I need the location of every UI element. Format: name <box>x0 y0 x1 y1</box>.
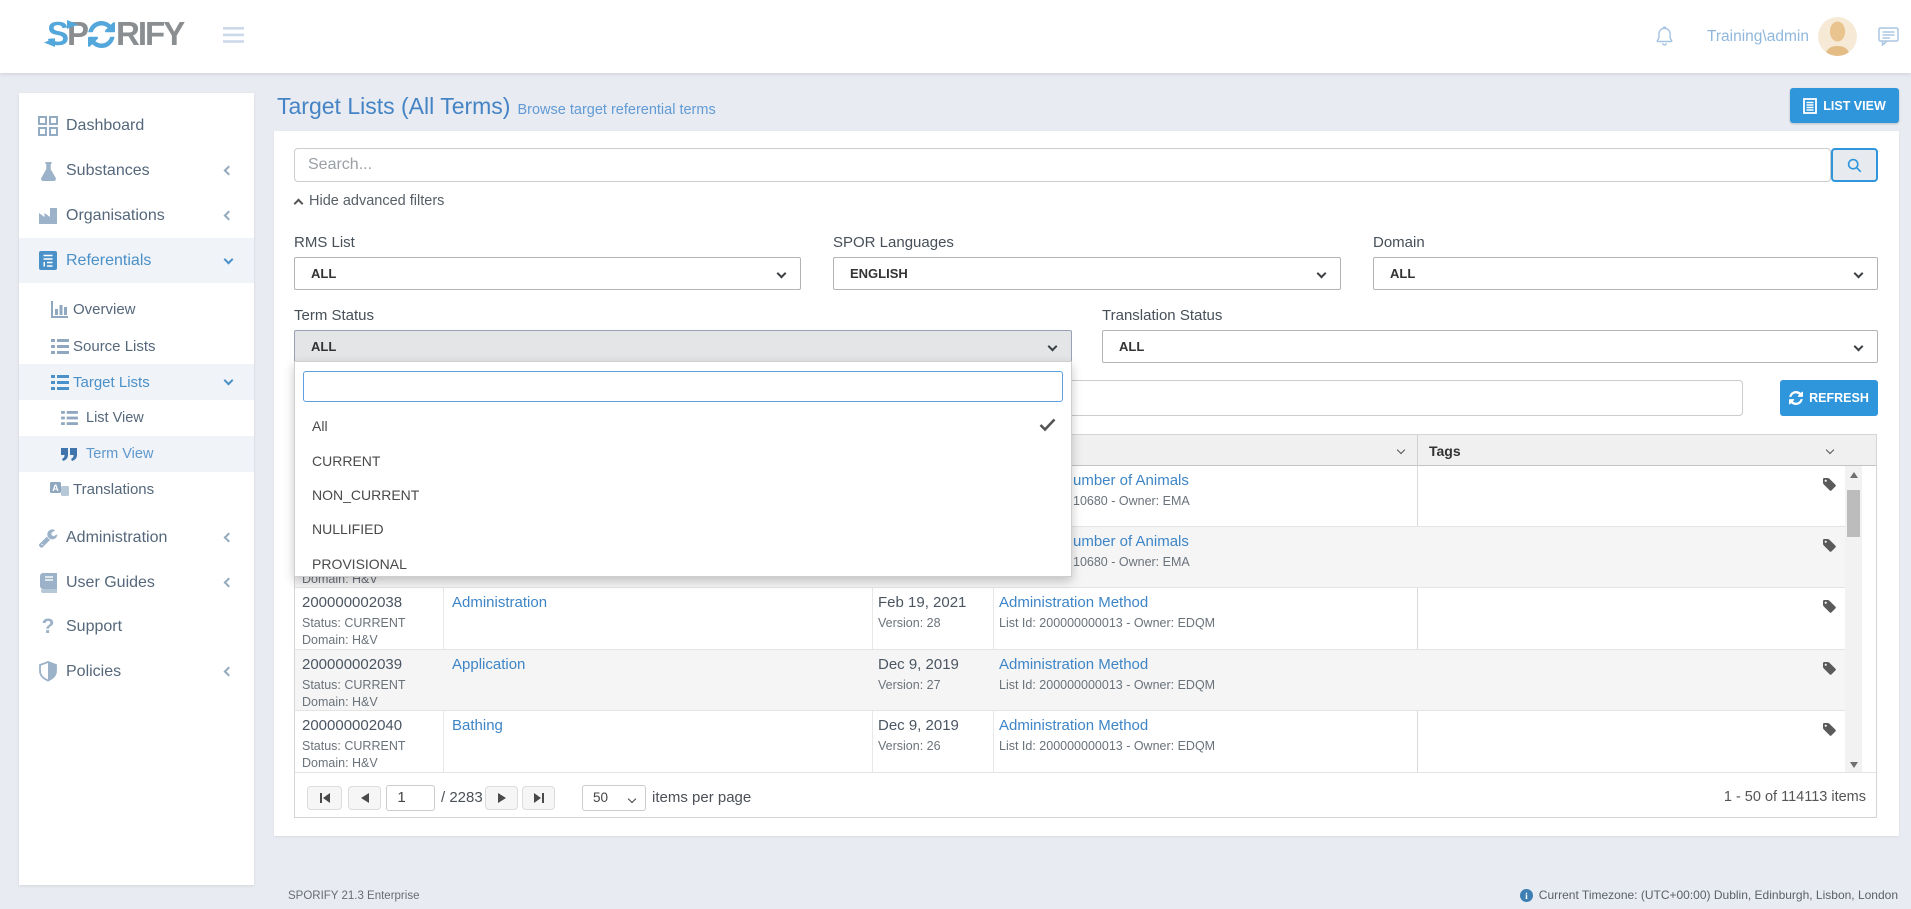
svg-text:i: i <box>1525 891 1528 901</box>
svg-text:A: A <box>52 483 59 493</box>
